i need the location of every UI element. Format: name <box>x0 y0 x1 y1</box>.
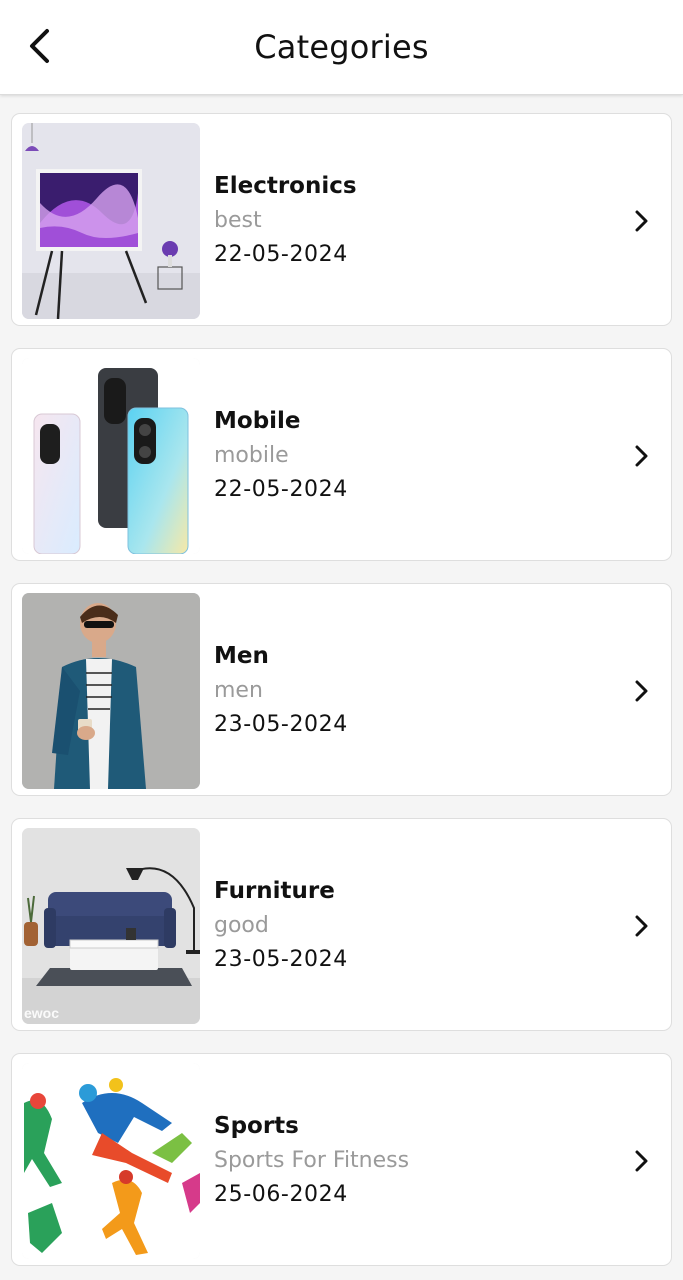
category-image-electronics <box>22 123 200 319</box>
category-info-sports: Sports Sports For Fitness 25-06-2024 <box>214 1112 409 1209</box>
category-date: 23-05-2024 <box>214 712 348 737</box>
category-subtitle: Sports For Fitness <box>214 1148 410 1173</box>
category-info-electronics: Electronics best 22-05-2024 <box>214 172 357 269</box>
category-subtitle: mobile <box>214 443 289 468</box>
category-date: 25-06-2024 <box>214 1182 348 1207</box>
svg-text:ewoc: ewoc <box>24 1005 59 1021</box>
category-card-mobile[interactable]: Mobile mobile 22-05-2024 <box>11 348 672 561</box>
category-image-mobile <box>22 358 200 554</box>
category-card-furniture[interactable]: ewoc Furniture good 23-05-2024 <box>11 818 672 1031</box>
category-info-furniture: Furniture good 23-05-2024 <box>214 877 348 974</box>
category-subtitle: men <box>214 678 263 703</box>
back-button[interactable] <box>18 22 62 70</box>
category-name: Mobile <box>214 408 301 434</box>
chevron-right-icon <box>635 915 648 937</box>
category-subtitle: good <box>214 913 269 938</box>
category-card-sports[interactable]: Sports Sports For Fitness 25-06-2024 <box>11 1053 672 1266</box>
category-image-sports <box>22 1063 200 1259</box>
category-list: Electronics best 22-05-2024 Mobile mobil… <box>0 95 683 1266</box>
category-date: 22-05-2024 <box>214 477 348 502</box>
category-card-men[interactable]: Men men 23-05-2024 <box>11 583 672 796</box>
category-image-men <box>22 593 200 789</box>
app-header: Categories <box>0 0 683 95</box>
chevron-right-icon <box>635 445 648 467</box>
category-subtitle: best <box>214 208 262 233</box>
chevron-right-icon <box>635 680 648 702</box>
category-name: Furniture <box>214 878 335 904</box>
chevron-right-icon <box>635 210 648 232</box>
category-info-mobile: Mobile mobile 22-05-2024 <box>214 407 348 504</box>
category-date: 22-05-2024 <box>214 242 348 267</box>
category-card-electronics[interactable]: Electronics best 22-05-2024 <box>11 113 672 326</box>
chevron-right-icon <box>635 1150 648 1172</box>
category-image-furniture: ewoc <box>22 828 200 1024</box>
page-title: Categories <box>254 28 429 66</box>
back-arrow-icon <box>30 29 49 63</box>
category-info-men: Men men 23-05-2024 <box>214 642 348 739</box>
category-date: 23-05-2024 <box>214 947 348 972</box>
category-name: Men <box>214 643 269 669</box>
category-name: Sports <box>214 1113 299 1139</box>
category-name: Electronics <box>214 173 357 199</box>
